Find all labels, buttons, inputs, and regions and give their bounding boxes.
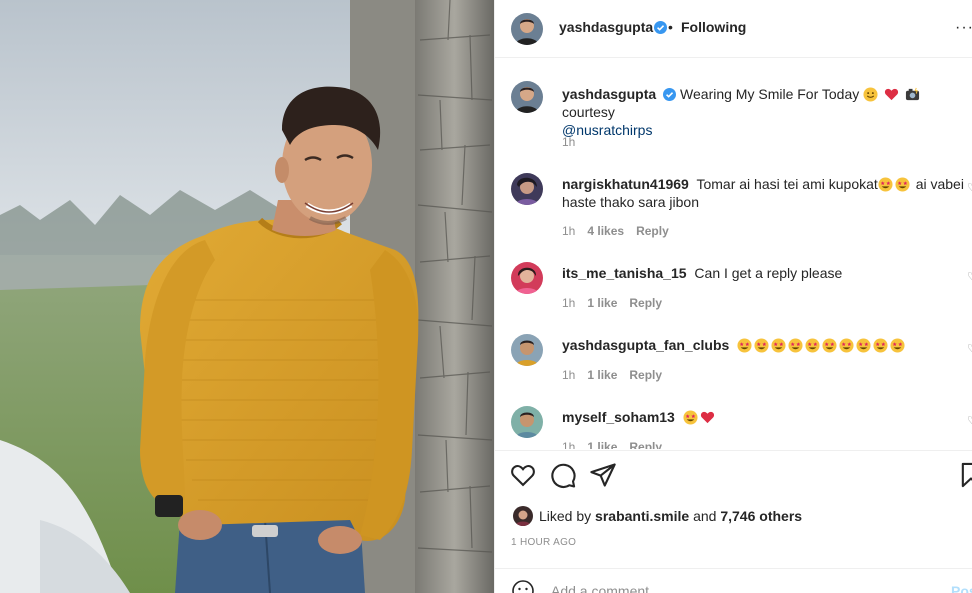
- star-struck-icon: [839, 338, 854, 353]
- add-comment-bar: Add a comment... Post: [495, 568, 972, 593]
- reply-button[interactable]: Reply: [629, 440, 662, 449]
- reply-button[interactable]: Reply: [629, 368, 662, 382]
- commenter-username[interactable]: nargiskhatun41969: [562, 176, 689, 192]
- comment-meta: 1h 4 likes Reply: [562, 224, 681, 238]
- reply-button[interactable]: Reply: [636, 224, 669, 238]
- star-struck-icon: [788, 338, 803, 353]
- following-button[interactable]: Following: [681, 19, 746, 35]
- like-comment-icon[interactable]: ♡: [967, 342, 972, 355]
- caption-meta: 1h: [562, 135, 587, 149]
- red-heart-icon: [700, 411, 714, 424]
- camera-flash-icon: [905, 87, 919, 101]
- save-bookmark-icon[interactable]: [957, 461, 972, 489]
- likes-text: Liked by srabanti.smile and 7,746 others: [539, 508, 802, 524]
- red-heart-icon: [884, 88, 899, 101]
- caption-avatar[interactable]: [511, 81, 543, 113]
- comment-likes[interactable]: 1 like: [587, 440, 617, 449]
- reply-button[interactable]: Reply: [629, 296, 662, 310]
- smiling-face-icon: [863, 87, 878, 102]
- liker-avatar[interactable]: [513, 506, 533, 526]
- commenter-avatar[interactable]: [511, 262, 543, 294]
- comment-emoji-row: [737, 337, 907, 353]
- comments-list[interactable]: yashdasgupta Wearing My Smile For Today …: [495, 59, 972, 449]
- share-send-icon[interactable]: [589, 461, 617, 489]
- emoji-picker-icon[interactable]: [511, 579, 535, 593]
- star-struck-icon: [890, 338, 905, 353]
- star-struck-icon: [895, 177, 910, 192]
- liker-username[interactable]: srabanti.smile: [595, 508, 689, 524]
- star-struck-icon: [878, 177, 893, 192]
- commenter-avatar[interactable]: [511, 173, 543, 205]
- comment-likes[interactable]: 1 like: [587, 368, 617, 382]
- likes-and: and: [693, 508, 717, 524]
- post-header: yashdasgupta • Following ···: [495, 0, 972, 58]
- commenter-username[interactable]: myself_soham13: [562, 409, 675, 425]
- comment-meta: 1h 1 like Reply: [562, 440, 674, 449]
- post-timestamp[interactable]: 1 HOUR AGO: [511, 537, 576, 548]
- caption-text: yashdasgupta Wearing My Smile For Today …: [562, 85, 967, 139]
- star-struck-icon: [771, 338, 786, 353]
- comment-likes[interactable]: 1 like: [587, 296, 617, 310]
- post-actions: [495, 450, 972, 500]
- comment-text: its_me_tanisha_15 Can I get a reply plea…: [562, 264, 967, 282]
- comment-message: Can I get a reply please: [694, 265, 843, 281]
- author-avatar[interactable]: [511, 13, 543, 45]
- comment-meta: 1h 1 like Reply: [562, 368, 674, 382]
- star-struck-icon: [856, 338, 871, 353]
- like-heart-icon[interactable]: [509, 461, 537, 489]
- likes-prefix: Liked by: [539, 508, 592, 524]
- author-username[interactable]: yashdasgupta: [559, 19, 653, 35]
- comment-time[interactable]: 1h: [562, 440, 575, 449]
- comment-text: nargiskhatun41969 Tomar ai hasi tei ami …: [562, 175, 967, 211]
- star-struck-icon: [805, 338, 820, 353]
- likes-summary: Liked by srabanti.smile and 7,746 others: [495, 500, 972, 530]
- star-struck-icon: [873, 338, 888, 353]
- post-comment-button[interactable]: Post: [951, 583, 972, 593]
- star-struck-icon: [737, 338, 752, 353]
- commenter-avatar[interactable]: [511, 406, 543, 438]
- post-details-panel: yashdasgupta • Following ··· yashdasgupt…: [494, 0, 972, 593]
- comment-meta: 1h 1 like Reply: [562, 296, 674, 310]
- verified-badge-icon: [654, 21, 667, 34]
- star-struck-icon: [683, 410, 698, 425]
- more-options-icon[interactable]: ···: [955, 19, 972, 37]
- likes-count[interactable]: 7,746 others: [720, 508, 802, 524]
- like-comment-icon[interactable]: ♡: [967, 181, 972, 194]
- post-photo[interactable]: [0, 0, 494, 593]
- commenter-avatar[interactable]: [511, 334, 543, 366]
- comment-time[interactable]: 1h: [562, 296, 575, 310]
- commenter-username[interactable]: yashdasgupta_fan_clubs: [562, 337, 729, 353]
- post-image: [0, 0, 494, 593]
- like-comment-icon[interactable]: ♡: [967, 270, 972, 283]
- star-struck-icon: [822, 338, 837, 353]
- comment-message: Tomar ai hasi tei ami kupokat: [696, 176, 878, 192]
- add-comment-input[interactable]: Add a comment...: [551, 583, 661, 593]
- comment-time[interactable]: 1h: [562, 224, 575, 238]
- comment-time[interactable]: 1h: [562, 368, 575, 382]
- caption-message: Wearing My Smile For Today: [680, 86, 860, 102]
- courtesy-text: courtesy: [562, 104, 615, 120]
- comment-text: yashdasgupta_fan_clubs: [562, 336, 967, 354]
- like-comment-icon[interactable]: ♡: [967, 414, 972, 427]
- star-struck-icon: [754, 338, 769, 353]
- caption-time[interactable]: 1h: [562, 135, 575, 149]
- separator-dot: •: [668, 19, 673, 35]
- commenter-username[interactable]: its_me_tanisha_15: [562, 265, 687, 281]
- comment-bubble-icon[interactable]: [549, 461, 577, 489]
- comment-likes[interactable]: 4 likes: [587, 224, 624, 238]
- verified-badge-icon: [663, 88, 677, 101]
- caption-username[interactable]: yashdasgupta: [562, 86, 656, 102]
- comment-text: myself_soham13: [562, 408, 967, 426]
